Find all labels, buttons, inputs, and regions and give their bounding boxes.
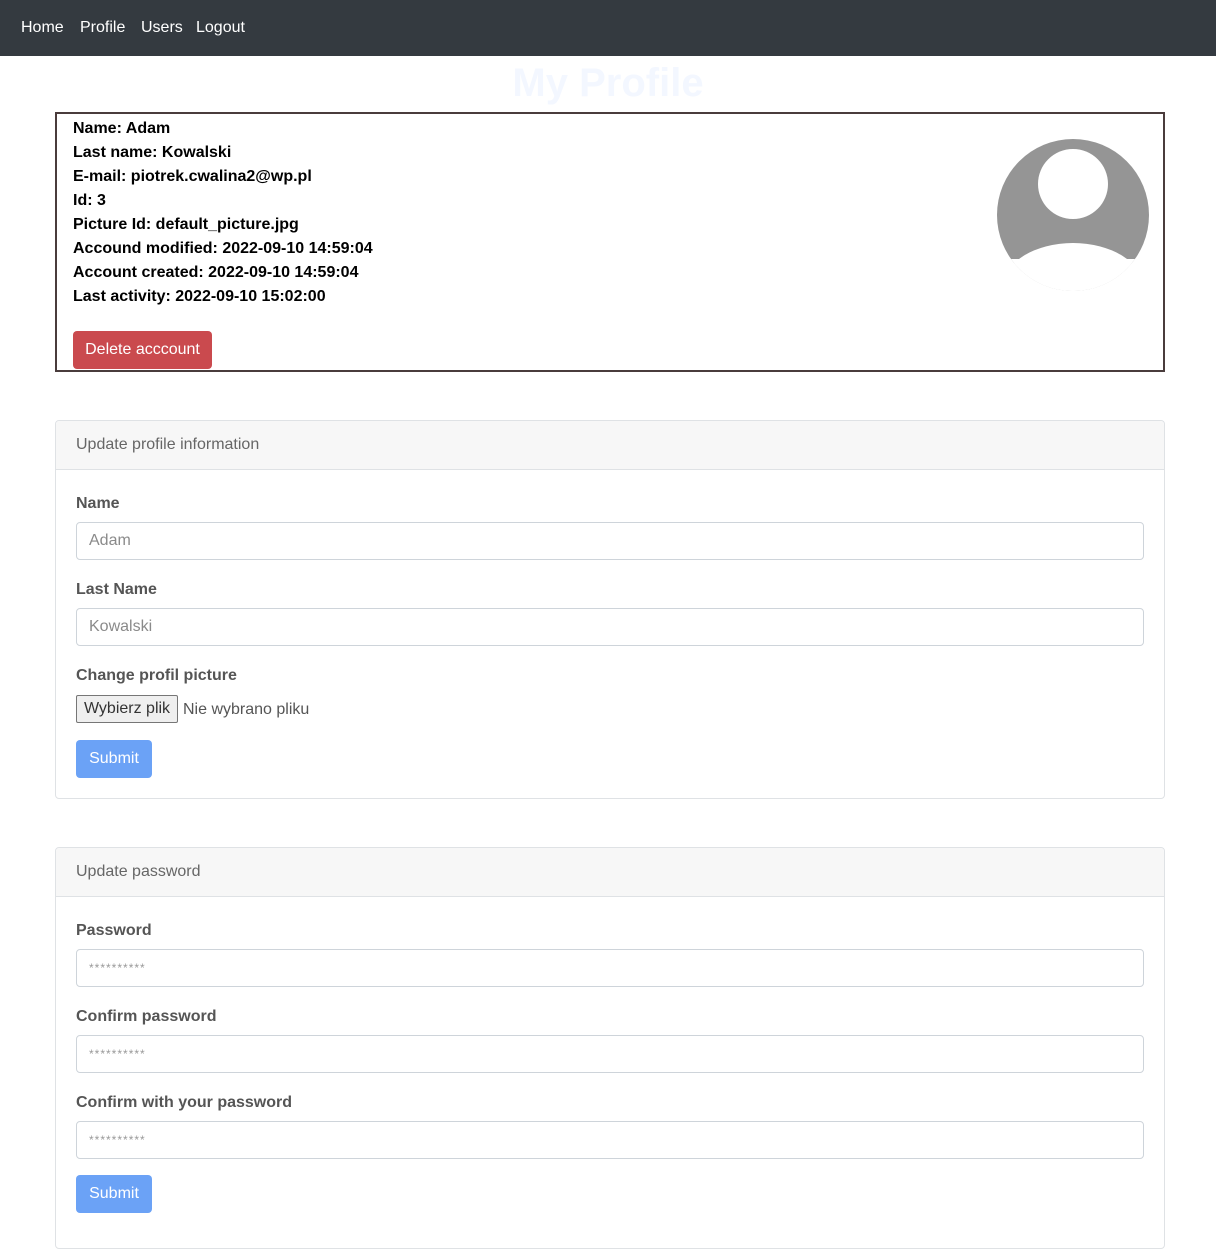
choose-file-button[interactable]: Wybierz plik <box>76 695 178 723</box>
confirm-password-label: Confirm password <box>76 1008 217 1025</box>
nav-users-link[interactable]: Users <box>141 19 183 37</box>
password-input[interactable] <box>76 949 1144 987</box>
update-password-card: Update password Password Confirm passwor… <box>55 847 1165 1249</box>
nav-profile-link[interactable]: Profile <box>80 19 125 37</box>
page-title: My Profile <box>512 61 704 105</box>
file-status: Nie wybrano pliku <box>183 701 310 718</box>
delete-account-button[interactable]: Delete acccount <box>73 331 212 369</box>
current-password-input[interactable] <box>76 1121 1144 1159</box>
update-profile-card: Update profile information Name Last Nam… <box>55 420 1165 799</box>
password-submit-button[interactable]: Submit <box>76 1175 152 1213</box>
profile-submit-button[interactable]: Submit <box>76 740 152 778</box>
last-name-input[interactable] <box>76 608 1144 646</box>
picture-label: Change profil picture <box>76 667 237 684</box>
nav-logout-link[interactable]: Logout <box>196 19 245 37</box>
password-label: Password <box>76 922 152 939</box>
profile-info-box: Name: Adam Last name: Kowalski E-mail: p… <box>55 112 1165 372</box>
update-password-title: Update password <box>76 863 201 880</box>
update-profile-title: Update profile information <box>76 436 260 453</box>
profile-modified: Accound modified: 2022-09-10 14:59:04 <box>73 240 373 257</box>
last-name-label: Last Name <box>76 581 157 598</box>
update-password-header: Update password <box>56 848 1164 897</box>
profile-created: Account created: 2022-09-10 14:59:04 <box>73 264 359 281</box>
profile-last-activity: Last activity: 2022-09-10 15:02:00 <box>73 288 326 305</box>
update-profile-header: Update profile information <box>56 421 1164 470</box>
profile-name: Name: Adam <box>73 120 171 137</box>
current-password-label: Confirm with your password <box>76 1094 293 1111</box>
nav-home-link[interactable]: Home <box>21 19 64 37</box>
navbar: Home Profile Users Logout <box>0 0 1216 56</box>
name-label: Name <box>76 495 120 512</box>
profile-id: Id: 3 <box>73 192 106 209</box>
confirm-password-input[interactable] <box>76 1035 1144 1073</box>
profile-email: E-mail: piotrek.cwalina2@wp.pl <box>73 168 312 185</box>
profile-last-name: Last name: Kowalski <box>73 144 232 161</box>
name-input[interactable] <box>76 522 1144 560</box>
profile-picture-id: Picture Id: default_picture.jpg <box>73 216 299 233</box>
user-avatar-icon <box>997 139 1149 291</box>
